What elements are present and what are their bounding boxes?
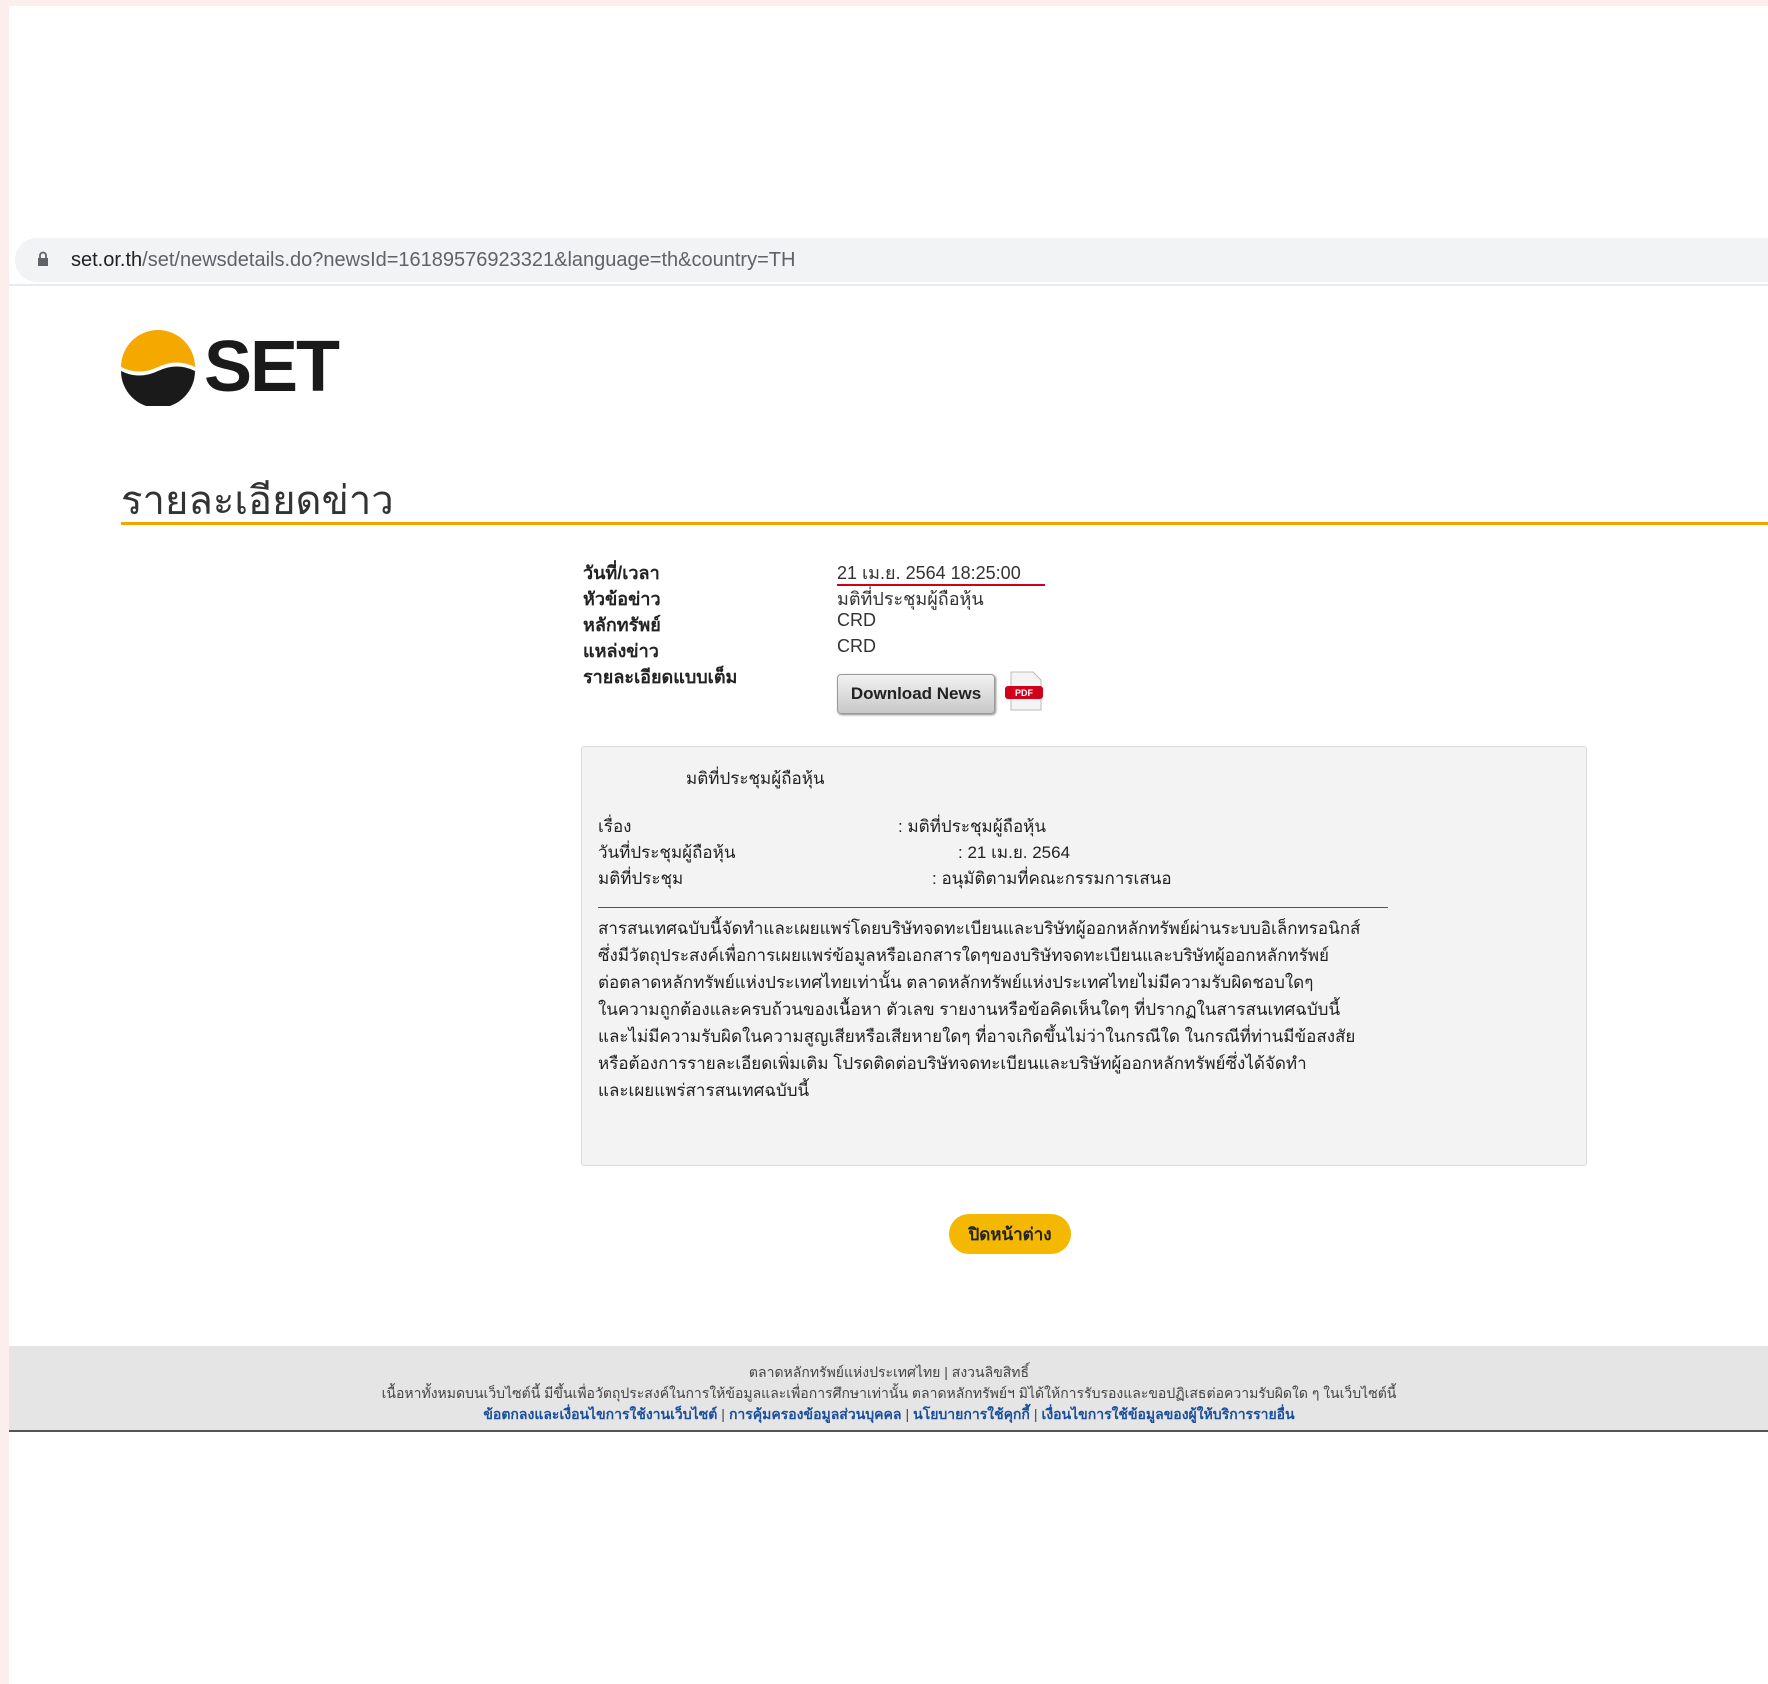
lock-icon — [38, 251, 48, 266]
address-bar-divider — [9, 284, 1768, 286]
disclaimer-text: สารสนเทศฉบับนี้จัดทำและเผยแพร่โดยบริษัทจ… — [598, 915, 1498, 1104]
page: set.or.th/set/newsdetails.do?newsId=1618… — [9, 6, 1768, 1684]
disclaimer-line: ซึ่งมีวัตถุประสงค์เพื่อการเผยแพร่ข้อมูลห… — [598, 946, 1330, 965]
footer-link-cookie-policy[interactable]: นโยบายการใช้คุกกี้ — [913, 1406, 1030, 1422]
footer-link-privacy[interactable]: การคุ้มครองข้อมูลส่วนบุคคล — [729, 1406, 902, 1422]
url-path: /set/newsdetails.do?newsId=1618957692332… — [142, 249, 796, 271]
disclaimer-line: ในความถูกต้องและครบถ้วนของเนื้อหา ตัวเลข… — [598, 1000, 1341, 1019]
footer-links: ข้อตกลงและเงื่อนไขการใช้งานเว็บไซต์ | การค… — [9, 1404, 1768, 1426]
content-field-value: : 21 เม.ย. 2564 — [958, 843, 1071, 862]
content-divider — [598, 907, 1388, 908]
content-field-value: : มติที่ประชุมผู้ถือหุ้น — [898, 817, 1046, 836]
footer-link-separator: | — [905, 1406, 910, 1422]
footer-link-separator: | — [721, 1406, 725, 1422]
info-label: แหล่งข่าว — [583, 641, 659, 661]
footer: ตลาดหลักทรัพย์แห่งประเทศไทย | สงวนลิขสิท… — [9, 1346, 1768, 1432]
footer-link-third-party[interactable]: เงื่อนไขการใช้ข้อมูลของผู้ให้บริการรายอื… — [1042, 1406, 1295, 1422]
set-logo-text: SET — [204, 327, 340, 407]
address-bar[interactable]: set.or.th/set/newsdetails.do?newsId=1618… — [15, 238, 1768, 282]
url-text[interactable]: set.or.th/set/newsdetails.do?newsId=1618… — [71, 249, 795, 272]
content-field-resolution: มติที่ประชุม : อนุมัติตามที่คณะกรรมการเส… — [598, 865, 1172, 892]
close-window-button[interactable]: ปิดหน้าต่าง — [949, 1214, 1071, 1254]
title-rule — [121, 522, 1768, 525]
pdf-icon[interactable]: PDF — [1003, 670, 1047, 712]
disclaimer-line: ต่อตลาดหลักทรัพย์แห่งประเทศไทยเท่านั้น ต… — [598, 973, 1314, 992]
info-label: วันที่/เวลา — [583, 563, 660, 583]
disclaimer-line: และไม่มีความรับผิดในความสูญเสียหรือเสียห… — [598, 1027, 1356, 1046]
content-field-meeting-date: วันที่ประชุมผู้ถือหุ้น : 21 เม.ย. 2564 — [598, 839, 1070, 866]
content-field-label: วันที่ประชุมผู้ถือหุ้น — [598, 843, 736, 862]
set-logo[interactable]: SET — [119, 324, 340, 410]
info-label: หัวข้อข่าว — [583, 589, 661, 609]
news-content-box: มติที่ประชุมผู้ถือหุ้น เรื่อง : มติที่ปร… — [581, 746, 1587, 1166]
info-value-source: CRD — [837, 636, 876, 656]
content-heading: มติที่ประชุมผู้ถือหุ้น — [686, 769, 825, 788]
footer-copyright: ตลาดหลักทรัพย์แห่งประเทศไทย | สงวนลิขสิท… — [748, 1364, 1030, 1380]
content-field-label: เรื่อง — [598, 817, 632, 836]
url-host: set.or.th — [71, 249, 143, 271]
pdf-icon-label: PDF — [1015, 688, 1034, 698]
content-field-value: : อนุมัติตามที่คณะกรรมการเสนอ — [932, 869, 1172, 888]
info-value-security: CRD — [837, 610, 876, 630]
footer-notice: เนื้อหาทั้งหมดบนเว็บไซต์นี้ มีขึ้นเพื่อว… — [381, 1385, 1397, 1401]
info-value-datetime: 21 เม.ย. 2564 18:25:00 — [837, 563, 1021, 583]
footer-link-terms[interactable]: ข้อตกลงและเงื่อนไขการใช้งานเว็บไซต์ — [483, 1406, 717, 1422]
footer-link-separator: | — [1033, 1406, 1038, 1422]
info-value-headline: มติที่ประชุมผู้ถือหุ้น — [837, 589, 984, 609]
info-label: หลักทรัพย์ — [583, 615, 661, 635]
disclaimer-line: และเผยแพร่สารสนเทศฉบับนี้ — [598, 1081, 810, 1100]
info-label: รายละเอียดแบบเต็ม — [583, 667, 738, 687]
download-news-button[interactable]: Download News — [837, 674, 995, 714]
content-field-subject: เรื่อง : มติที่ประชุมผู้ถือหุ้น — [598, 813, 1046, 840]
content-field-label: มติที่ประชุม — [598, 869, 684, 888]
disclaimer-line: สารสนเทศฉบับนี้จัดทำและเผยแพร่โดยบริษัทจ… — [598, 919, 1361, 938]
disclaimer-line: หรือต้องการรายละเอียดเพิ่มเติม โปรดติดต่… — [598, 1054, 1307, 1073]
set-logo-mark-icon — [121, 330, 195, 406]
